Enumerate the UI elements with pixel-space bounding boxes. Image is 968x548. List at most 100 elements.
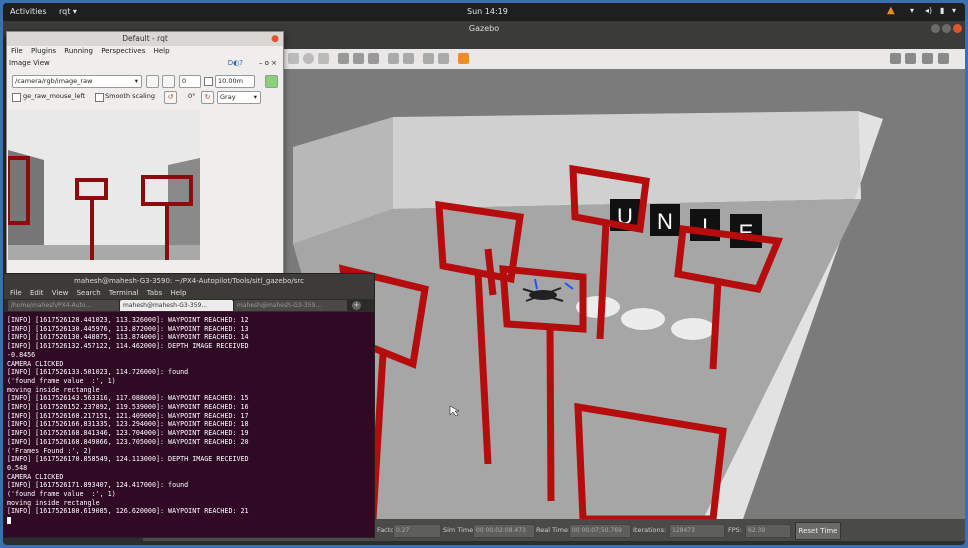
color-scheme-select[interactable]: Gray ▾ — [217, 91, 261, 104]
rqt-title-bar: Default - rqt ● — [7, 32, 283, 46]
landing-pad — [621, 308, 665, 330]
menu-file[interactable]: File — [10, 289, 22, 297]
terminal-line: 0.548 — [7, 463, 28, 472]
change-view-icon[interactable] — [458, 53, 469, 64]
battery-icon[interactable]: ▮ — [940, 6, 944, 15]
terminal-tab-active[interactable]: mahesh@mahesh-G3-359... — [120, 300, 233, 311]
terminal-line: CAMERA CLICKED — [7, 359, 64, 368]
terminal-line: ('Frames Found :', 2) — [7, 446, 92, 455]
terminal-line: moving inside rectangle — [7, 498, 100, 507]
range-checkbox[interactable] — [204, 77, 213, 86]
terminal-line: [INFO] [1617526143.563316, 117.088000]: … — [7, 394, 249, 403]
menu-view[interactable]: View — [52, 289, 69, 297]
terminal-line: ('found frame value :', 1) — [7, 490, 116, 499]
terminal-line: [INFO] [1617526152.237892, 119.539000]: … — [7, 403, 249, 412]
terminal-line: ('found frame value :', 1) — [7, 376, 116, 385]
rotate-left-icon[interactable]: ↺ — [164, 91, 177, 104]
menu-edit[interactable]: Edit — [30, 289, 44, 297]
update-warning-icon[interactable]: ▲ — [887, 5, 895, 16]
copy-icon[interactable] — [388, 53, 399, 64]
sphere-shape-icon[interactable] — [303, 53, 314, 64]
plot-icon[interactable] — [922, 53, 933, 64]
terminal-line: [INFO] [1617526130.448875, 113.874000]: … — [7, 333, 249, 342]
color-scheme-value: Gray — [220, 93, 236, 101]
menu-help[interactable]: Help — [170, 289, 186, 297]
image-view-topic-row: /camera/rgb/image_raw ▾ 0 10.00m — [7, 73, 283, 89]
paste-icon[interactable] — [403, 53, 414, 64]
maximize-icon[interactable] — [942, 24, 951, 33]
new-tab-icon[interactable]: + — [352, 301, 361, 310]
spot-light-icon[interactable] — [353, 53, 364, 64]
refresh-icon[interactable] — [146, 75, 159, 88]
rotation-value: 0° — [188, 92, 196, 100]
activities-button[interactable]: Activities — [10, 7, 47, 16]
minimize-icon[interactable] — [931, 24, 940, 33]
terminal-line: [INFO] [1617526170.858549, 124.113000]: … — [7, 455, 249, 464]
desktop-screen: Activities rqt ▾ Sun 14:19 ▲ ▾ ◂) ▮ ▾ Ga… — [3, 3, 965, 545]
menu-plugins[interactable]: Plugins — [31, 47, 56, 55]
iterations-value: 128473 — [669, 524, 725, 538]
menu-terminal[interactable]: Terminal — [109, 289, 139, 297]
terminal-line: moving inside rectangle — [7, 385, 100, 394]
terminal-tab[interactable]: mahesh@mahesh-G3-359... — [234, 300, 347, 311]
publish-click-checkbox[interactable] — [12, 93, 21, 102]
log-icon[interactable] — [905, 53, 916, 64]
terminal-title-bar: mahesh@mahesh-G3-3590: ~/PX4-Autopilot/T… — [4, 274, 374, 288]
camera-image[interactable] — [8, 110, 200, 260]
terminal-window: mahesh@mahesh-G3-3590: ~/PX4-Autopilot/T… — [3, 273, 375, 538]
plugin-help-icon[interactable]: D◐? — [228, 57, 243, 69]
image-view-options-row: ge_raw_mouse_left Smooth scaling ↺ 0° ↻ … — [7, 89, 283, 105]
fps-label: FPS: — [728, 526, 742, 534]
screenshot-icon[interactable] — [890, 53, 901, 64]
smooth-scaling-checkbox[interactable] — [95, 93, 104, 102]
volume-icon[interactable]: ◂) — [925, 6, 932, 15]
rotate-right-icon[interactable]: ↻ — [201, 91, 214, 104]
reset-time-button[interactable]: Reset Time — [795, 522, 841, 540]
terminal-tab[interactable]: /home/mahesh/PX4-Auto... — [8, 300, 119, 311]
letter-e: E — [739, 220, 754, 245]
menu-file[interactable]: File — [11, 47, 23, 55]
align-icon[interactable] — [423, 53, 434, 64]
point-light-icon[interactable] — [338, 53, 349, 64]
menu-search[interactable]: Search — [77, 289, 101, 297]
terminal-title: mahesh@mahesh-G3-3590: ~/PX4-Autopilot/T… — [74, 277, 304, 285]
rqt-close-icon[interactable]: ● — [271, 32, 279, 46]
topic-select[interactable]: /camera/rgb/image_raw ▾ — [12, 75, 142, 88]
terminal-output[interactable]: [INFO] [1617526128.441023, 113.326000]: … — [7, 316, 371, 525]
video-record-icon[interactable] — [938, 53, 949, 64]
camera-right-wall — [168, 158, 200, 260]
fit-icon[interactable] — [265, 75, 278, 88]
terminal-line: [INFO] [1617526166.831335, 123.294000]: … — [7, 420, 249, 429]
camera-floor — [8, 245, 200, 260]
save-icon[interactable] — [162, 75, 175, 88]
landing-pad — [671, 318, 715, 340]
rqt-window: Default - rqt ● File Plugins Running Per… — [6, 31, 284, 275]
spin-box[interactable]: 0 — [179, 75, 201, 88]
terminal-line: -0.8456 — [7, 350, 36, 359]
menu-running[interactable]: Running — [64, 47, 93, 55]
clock[interactable]: Sun 14:19 — [467, 7, 508, 16]
terminal-line: [INFO] [1617526130.445976, 113.872000]: … — [7, 324, 249, 333]
topic-value: /camera/rgb/image_raw — [15, 77, 93, 85]
snap-icon[interactable] — [438, 53, 449, 64]
real-time-label: Real Time: — [536, 526, 571, 534]
rqt-app-menu[interactable]: rqt ▾ — [59, 7, 77, 16]
menu-tabs[interactable]: Tabs — [147, 289, 163, 297]
rqt-title: Default - rqt — [122, 34, 168, 43]
menu-help[interactable]: Help — [154, 47, 170, 55]
cylinder-shape-icon[interactable] — [318, 53, 329, 64]
cube-shape-icon[interactable] — [288, 53, 299, 64]
range-field[interactable]: 10.00m — [215, 75, 255, 88]
plugin-close-icon[interactable]: – o × — [259, 57, 277, 69]
terminal-line: [INFO] [1617526168.841346, 123.704000]: … — [7, 429, 249, 438]
close-icon[interactable] — [953, 24, 962, 33]
letter-n: N — [657, 209, 673, 234]
terminal-line: [INFO] [1617526160.217151, 121.409000]: … — [7, 411, 249, 420]
mouse-topic-field[interactable]: ge_raw_mouse_left — [21, 91, 93, 102]
network-icon[interactable]: ▾ — [910, 6, 914, 15]
terminal-tab-bar: /home/mahesh/PX4-Auto... mahesh@mahesh-G… — [4, 299, 374, 312]
system-menu-icon[interactable]: ▾ — [952, 6, 956, 15]
directional-light-icon[interactable] — [368, 53, 379, 64]
frame-pole — [546, 326, 555, 502]
menu-perspectives[interactable]: Perspectives — [101, 47, 145, 55]
